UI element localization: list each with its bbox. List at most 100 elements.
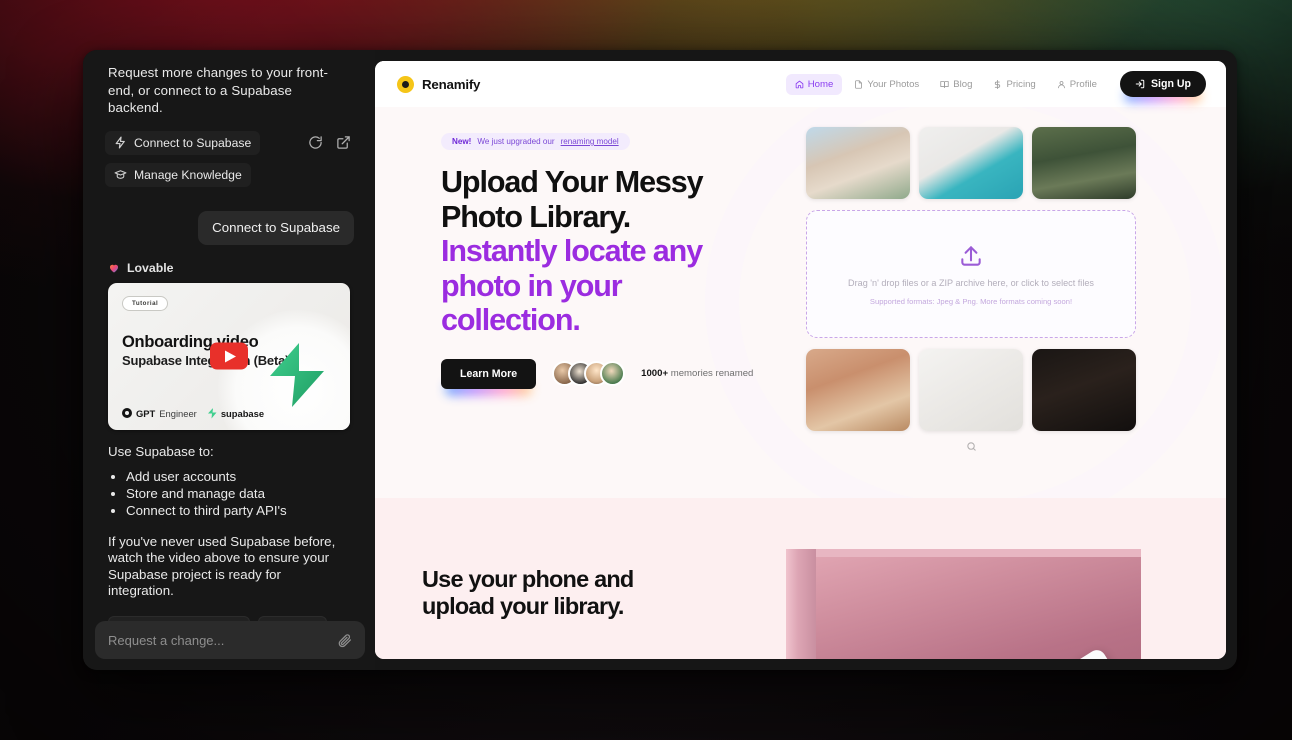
search-icon[interactable] (966, 439, 977, 451)
video-card-brands: GPT Engineer supabase (122, 408, 264, 419)
login-arrow-icon (1135, 79, 1145, 89)
assistant-name-row: Lovable (83, 245, 375, 275)
heart-icon (108, 262, 120, 274)
headline-line-5: collection. (441, 303, 581, 337)
sidebar-row-icons (308, 135, 353, 150)
phone-graphic (1047, 646, 1141, 659)
badge-text: We just upgraded our (477, 137, 555, 146)
supabase-brand: supabase (207, 408, 264, 419)
photo-sunglasses-poolside[interactable] (919, 127, 1023, 199)
book-icon (940, 80, 949, 89)
video-card-tag: Tutorial (122, 295, 169, 311)
nav-item-home-label: Home (807, 78, 834, 90)
supabase-label: supabase (220, 407, 265, 419)
room-ceiling (786, 549, 1141, 557)
pink-room-image (786, 549, 1141, 659)
connect-to-supabase-label: Connect to Supabase (134, 135, 252, 150)
request-change-input[interactable] (108, 632, 337, 648)
nav-item-profile-label: Profile (1069, 78, 1097, 90)
learn-more-wrap: Learn More (441, 358, 537, 396)
room-left-wall (786, 549, 816, 659)
manage-knowledge-row: Manage Knowledge (105, 162, 353, 187)
photo-row-top (806, 127, 1136, 199)
chat-composer[interactable] (95, 621, 365, 659)
hero-headline: Upload Your Messy Photo Library. Instant… (441, 165, 771, 338)
renamify-logo-icon (397, 75, 414, 93)
onboarding-video-card[interactable]: Tutorial Onboarding video Supabase Integ… (108, 282, 350, 430)
hero-section: New! We just upgraded our renaming model… (375, 67, 1226, 537)
video-card-subtitle: Supabase Integration (Beta) (122, 352, 290, 368)
dollar-icon (993, 79, 1002, 89)
manage-knowledge-action[interactable]: Manage Knowledge (105, 162, 251, 187)
photo-forest-path[interactable] (1032, 127, 1136, 199)
phone-upload-section: Use your phone and upload your library. (375, 498, 1226, 659)
paperclip-icon[interactable] (337, 633, 352, 648)
headline-line-3: Instantly locate any (441, 234, 703, 268)
upload-icon (958, 243, 984, 269)
dropzone-sub-text: Supported formats: Jpeg & Png. More form… (869, 296, 1073, 306)
app-window: Request more changes to your front-end, … (83, 50, 1237, 670)
supabase-benefits-list: Add user accounts Store and manage data … (83, 469, 375, 519)
gptengineer-brand: GPT Engineer (122, 408, 197, 419)
learn-more-button[interactable]: Learn More (441, 358, 537, 389)
memories-label: memories renamed (670, 368, 754, 379)
nav-item-blog[interactable]: Blog (931, 74, 981, 95)
nav-item-home[interactable]: Home (785, 73, 843, 95)
lightning-bolt-icon (114, 136, 127, 149)
upload-dropzone[interactable]: Drag 'n' drop files or a ZIP archive her… (806, 210, 1136, 338)
photo-couple-camera[interactable] (806, 127, 910, 199)
brand-name-label: Renamify (422, 76, 481, 92)
headline-line-4: photo in your (441, 268, 623, 303)
file-icon (854, 79, 863, 89)
youtube-play-icon[interactable] (210, 342, 248, 370)
user-icon (1057, 80, 1066, 89)
avatar (600, 361, 626, 386)
supabase-mark-icon (207, 408, 217, 419)
nav-item-profile[interactable]: Profile (1048, 74, 1106, 95)
graduation-cap-icon (114, 168, 127, 181)
nav-item-your-photos[interactable]: Your Photos (845, 74, 928, 95)
hero-cta-row: Learn More 1000+ memories renamed (441, 358, 771, 396)
chat-sidebar: Request more changes to your front-end, … (83, 50, 375, 670)
site-navbar: Renamify Home Your Photos Blog Pricing P… (375, 61, 1226, 107)
site-brand[interactable]: Renamify (397, 75, 481, 93)
badge-link[interactable]: renaming model (561, 137, 619, 146)
sign-up-label: Sign Up (1150, 78, 1191, 90)
refresh-icon[interactable] (308, 135, 323, 150)
photo-bag-sunglasses[interactable] (919, 349, 1023, 431)
headline-line-1: Upload Your Messy (441, 165, 704, 199)
section2-title-line-1: Use your phone and (422, 566, 634, 592)
external-link-icon[interactable] (336, 135, 351, 150)
nav-item-pricing[interactable]: Pricing (984, 74, 1044, 95)
engineer-label: Engineer (159, 407, 197, 419)
section2-title: Use your phone and upload your library. (422, 566, 634, 620)
connect-supabase-row: Connect to Supabase (105, 130, 353, 155)
headline-line-2: Photo Library. (441, 199, 631, 234)
social-proof-avatars (552, 361, 626, 386)
site-nav-links: Home Your Photos Blog Pricing Profile Si… (785, 71, 1206, 103)
nav-item-your-photos-label: Your Photos (867, 78, 920, 90)
assistant-name-label: Lovable (127, 260, 174, 275)
use-supabase-heading: Use Supabase to: (108, 443, 214, 459)
hero-right-column: Drag 'n' drop files or a ZIP archive her… (806, 127, 1136, 451)
signup-button-wrap: Sign Up (1119, 71, 1206, 103)
home-icon (795, 80, 804, 89)
assistant-intro-text: Request more changes to your front-end, … (108, 65, 329, 115)
list-item: Store and manage data (126, 486, 375, 502)
dropzone-main-text: Drag 'n' drop files or a ZIP archive her… (848, 277, 1094, 288)
memories-count: 1000+ (641, 368, 669, 379)
list-item: Connect to third party API's (126, 503, 375, 519)
sidebar-action-group: Connect to Supabase Manage Knowledge (83, 130, 375, 187)
sign-up-button[interactable]: Sign Up (1119, 71, 1206, 97)
user-message-bubble: Connect to Supabase (198, 210, 354, 245)
supabase-note-paragraph: If you've never used Supabase before, wa… (108, 533, 336, 599)
new-announcement-badge[interactable]: New! We just upgraded our renaming model (441, 133, 630, 150)
connect-to-supabase-action[interactable]: Connect to Supabase (105, 130, 261, 155)
photo-beach-sunscreen[interactable] (806, 349, 910, 431)
hero-left-column: New! We just upgraded our renaming model… (441, 131, 771, 396)
supabase-logo-graphic (266, 342, 328, 408)
section2-title-line-2: upload your library. (422, 593, 624, 619)
list-item: Add user accounts (126, 469, 375, 485)
nav-item-blog-label: Blog (953, 78, 973, 90)
photo-shelf-bottles[interactable] (1032, 349, 1136, 431)
